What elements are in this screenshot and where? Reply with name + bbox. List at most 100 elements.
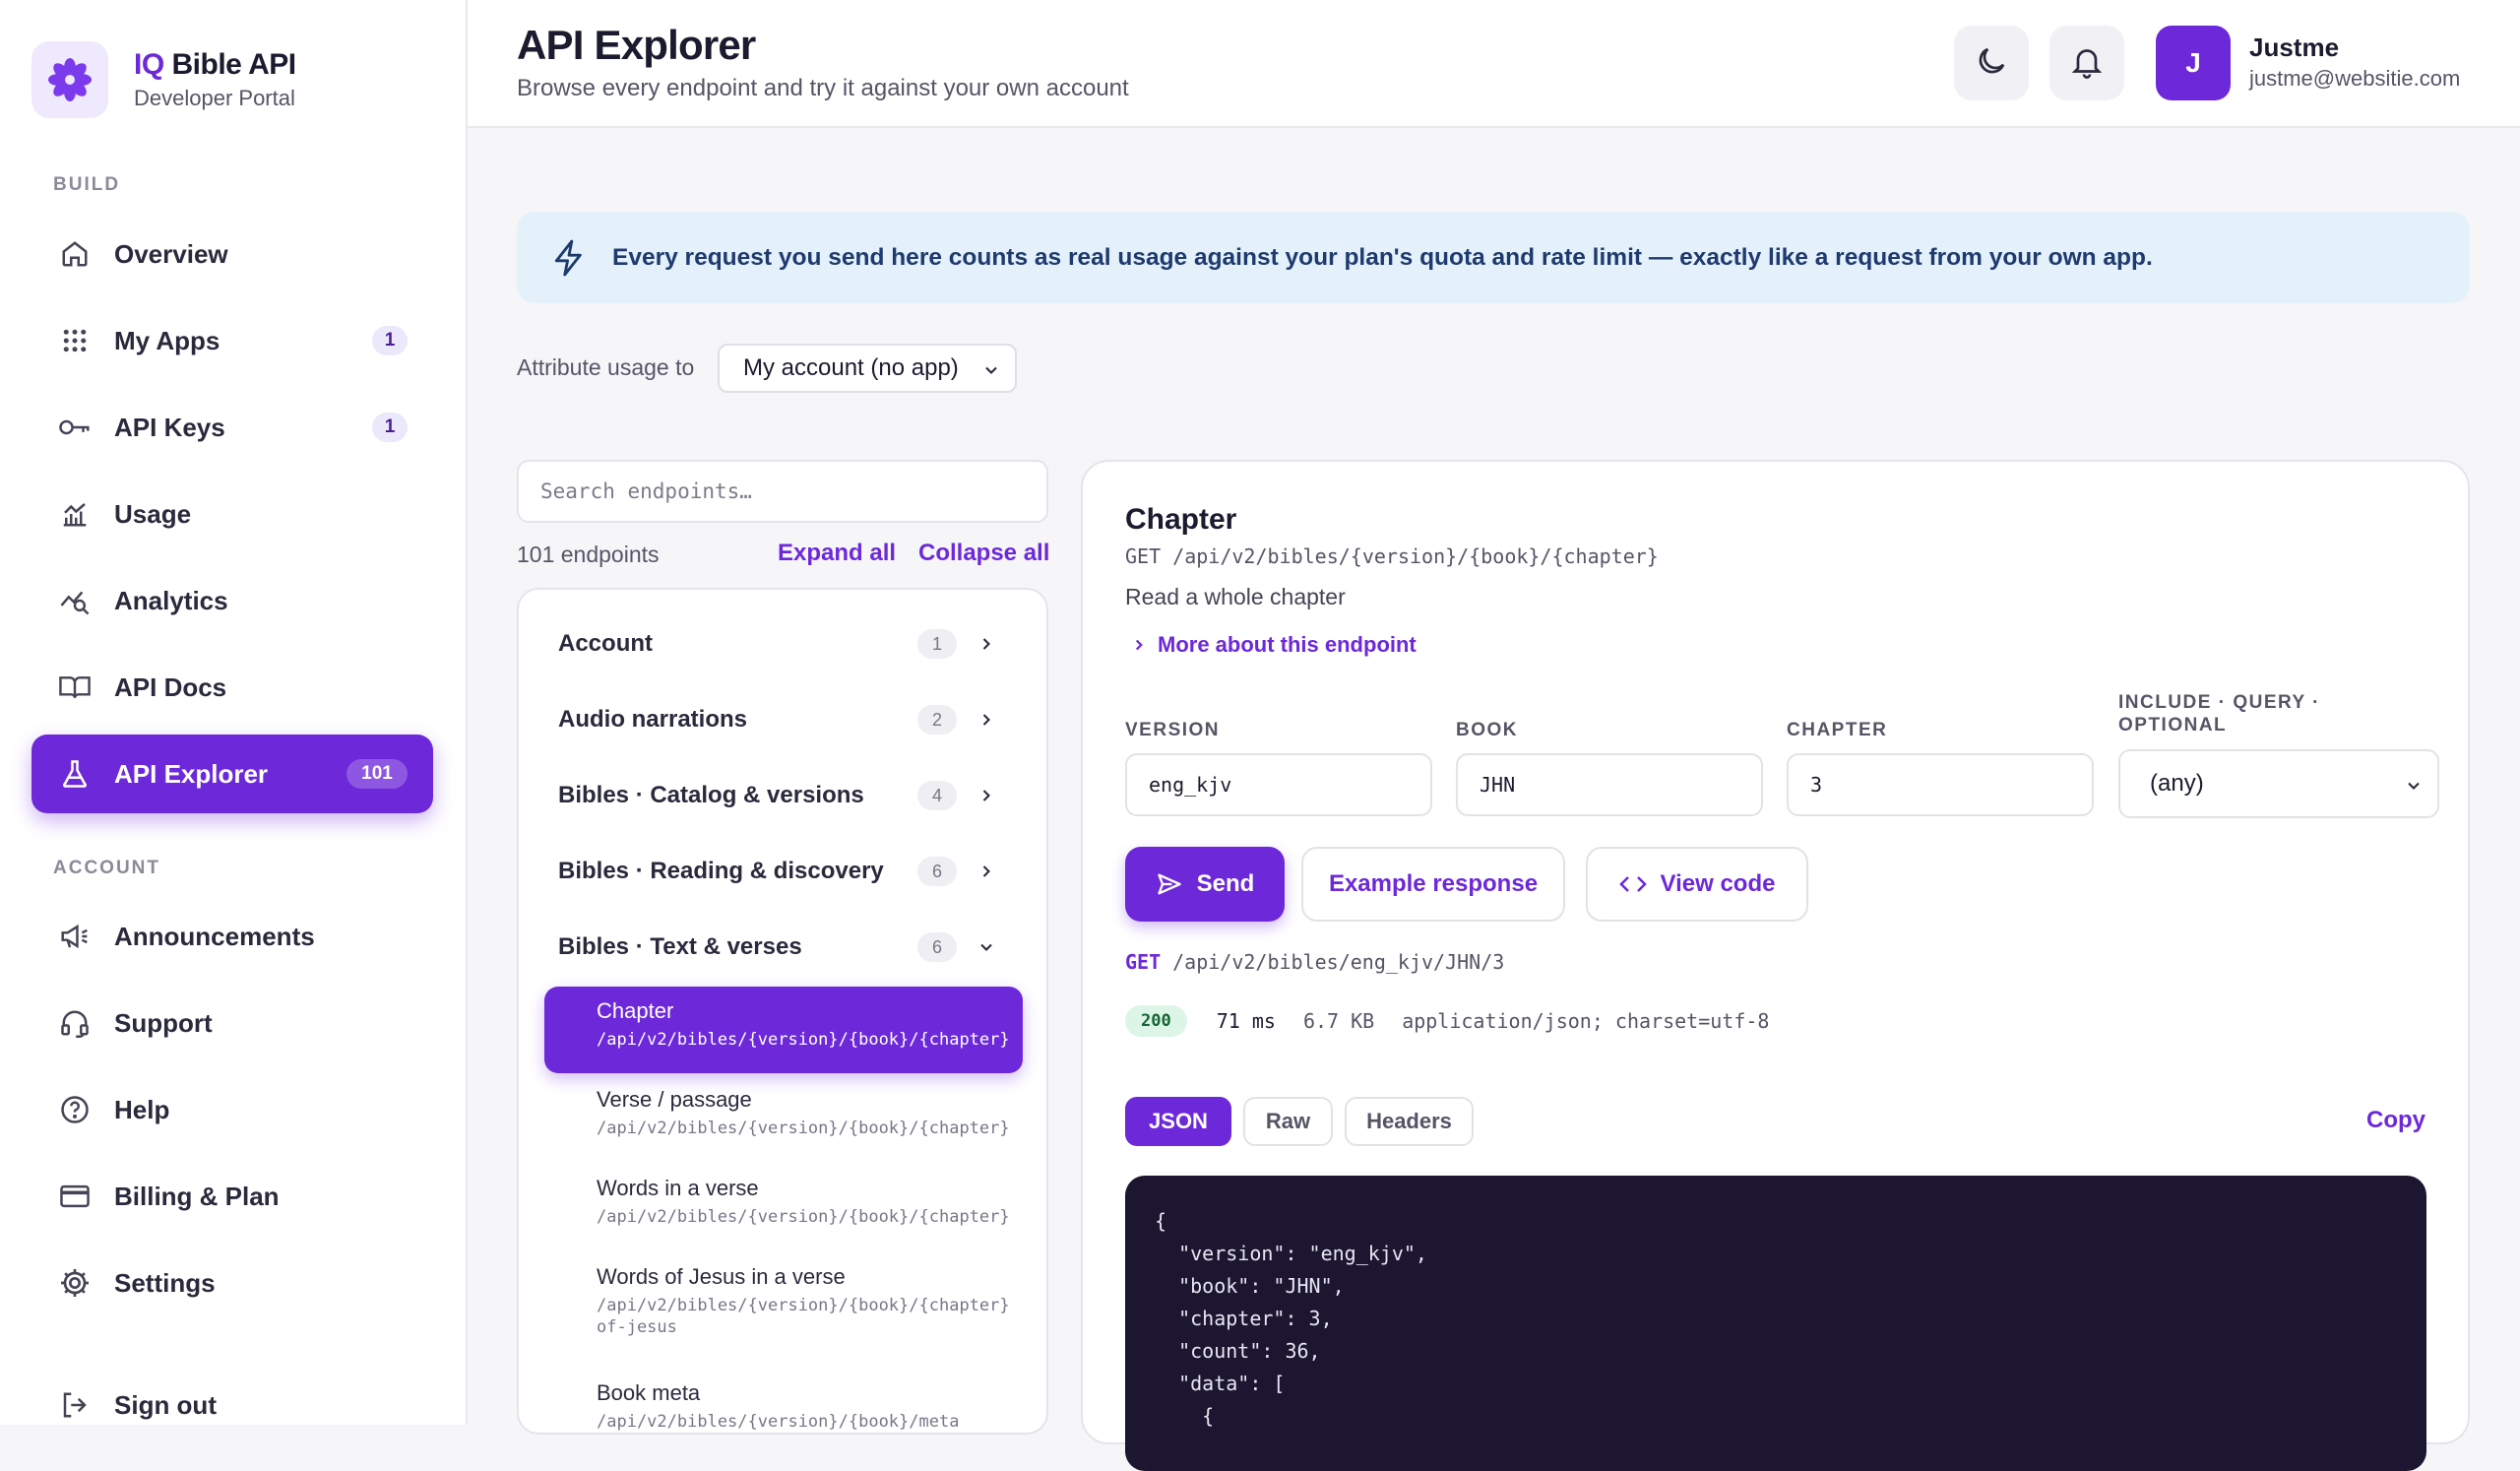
sidebar: IQ Bible API Developer Portal BUILD Over… bbox=[0, 0, 468, 1425]
tab-raw[interactable]: Raw bbox=[1243, 1097, 1333, 1146]
sidebar-item-overview[interactable]: Overview bbox=[32, 215, 433, 293]
top-header: API Explorer Browse every endpoint and t… bbox=[468, 0, 2520, 128]
user-name: Justme bbox=[2249, 32, 2340, 62]
sidebar-item-label: Sign out bbox=[114, 1389, 217, 1420]
group-bibles-text[interactable]: Bibles · Text & verses 6 bbox=[519, 918, 1046, 977]
group-count: 2 bbox=[917, 705, 957, 735]
attribute-usage-value: My account (no app) bbox=[743, 354, 959, 381]
sidebar-item-api-explorer[interactable]: API Explorer 101 bbox=[32, 735, 433, 813]
endpoint-item-words-of-jesus[interactable]: Words of Jesus in a verse /api/v2/bibles… bbox=[544, 1252, 1023, 1363]
sidebar-item-my-apps[interactable]: My Apps 1 bbox=[32, 301, 433, 380]
moon-icon bbox=[1974, 43, 2009, 84]
group-name: Audio narrations bbox=[558, 706, 748, 733]
include-value: (any) bbox=[2150, 770, 2204, 797]
avatar[interactable]: J bbox=[2156, 26, 2231, 100]
include-label-optional: OPTIONAL bbox=[2118, 715, 2228, 736]
chapter-label: CHAPTER bbox=[1787, 720, 1888, 740]
copy-button[interactable]: Copy bbox=[2366, 1107, 2426, 1134]
analytics-icon bbox=[57, 583, 93, 618]
sidebar-item-label: Analytics bbox=[114, 585, 228, 615]
section-label-account: ACCOUNT bbox=[53, 858, 160, 878]
collapse-all-button[interactable]: Collapse all bbox=[918, 540, 1049, 567]
request-path: /api/v2/bibles/eng_kjv/JHN/3 bbox=[1172, 950, 1505, 974]
sidebar-item-usage[interactable]: Usage bbox=[32, 475, 433, 553]
sidebar-item-support[interactable]: Support bbox=[32, 984, 433, 1062]
group-name: Bibles · Reading & discovery bbox=[558, 858, 884, 884]
brand[interactable]: IQ Bible API Developer Portal bbox=[32, 41, 296, 118]
flask-icon bbox=[57, 756, 93, 792]
endpoint-path: /api/v2/bibles/{version}/{book}/{chapter… bbox=[597, 1030, 1010, 1050]
endpoint-path: /api/v2/bibles/{version}/{book}/{chapter… bbox=[597, 1119, 1010, 1138]
endpoint-path: /api/v2/bibles/{version}/{book}/{chapter… bbox=[597, 1296, 1010, 1315]
page-title: API Explorer bbox=[517, 22, 756, 68]
sidebar-item-settings[interactable]: Settings bbox=[32, 1244, 433, 1322]
response-time: 71 ms bbox=[1216, 1009, 1276, 1033]
sidebar-item-label: Billing & Plan bbox=[114, 1181, 280, 1211]
sidebar-item-announcements[interactable]: Announcements bbox=[32, 897, 433, 976]
group-bibles-reading[interactable]: Bibles · Reading & discovery 6 bbox=[519, 842, 1046, 901]
megaphone-icon bbox=[57, 919, 93, 954]
code-icon bbox=[1618, 872, 1647, 896]
chapter-field[interactable]: 3 bbox=[1787, 753, 2094, 816]
count-badge: 1 bbox=[372, 413, 408, 442]
logo-icon bbox=[32, 41, 108, 118]
brand-title: IQ Bible API bbox=[134, 48, 296, 81]
endpoint-title: Chapter bbox=[1125, 503, 1237, 536]
status-badge: 200 bbox=[1125, 1005, 1187, 1037]
chevron-down-icon bbox=[976, 937, 996, 962]
group-count: 1 bbox=[917, 629, 957, 659]
version-field[interactable]: eng_kjv bbox=[1125, 753, 1432, 816]
endpoint-method-path: GET /api/v2/bibles/{version}/{book}/{cha… bbox=[1125, 544, 1659, 568]
sidebar-item-help[interactable]: Help bbox=[32, 1070, 433, 1149]
response-meta: 200 71 ms 6.7 KB application/json; chars… bbox=[1125, 1005, 1769, 1037]
lightning-icon bbox=[552, 239, 586, 282]
sidebar-item-api-keys[interactable]: API Keys 1 bbox=[32, 388, 433, 467]
sidebar-item-label: Usage bbox=[114, 498, 192, 529]
endpoint-description: Read a whole chapter bbox=[1125, 584, 1346, 609]
send-button[interactable]: Send bbox=[1125, 847, 1285, 922]
headset-icon bbox=[57, 1005, 93, 1041]
example-response-button[interactable]: Example response bbox=[1301, 847, 1565, 922]
endpoint-count: 101 endpoints bbox=[517, 542, 660, 567]
chevron-right-icon bbox=[1130, 636, 1148, 654]
attribute-usage-select[interactable]: My account (no app) bbox=[718, 344, 1017, 393]
sidebar-item-billing[interactable]: Billing & Plan bbox=[32, 1157, 433, 1236]
sidebar-item-analytics[interactable]: Analytics bbox=[32, 561, 433, 640]
group-name: Bibles · Catalog & versions bbox=[558, 782, 864, 808]
endpoint-name: Verse / passage bbox=[597, 1087, 752, 1112]
group-audio-narrations[interactable]: Audio narrations 2 bbox=[519, 690, 1046, 749]
response-size: 6.7 KB bbox=[1302, 1009, 1375, 1033]
gear-icon bbox=[57, 1265, 93, 1301]
view-code-label: View code bbox=[1660, 870, 1776, 897]
version-label: VERSION bbox=[1125, 720, 1221, 740]
endpoint-detail: Chapter GET /api/v2/bibles/{version}/{bo… bbox=[1081, 460, 2470, 1471]
user-email: justme@websitie.com bbox=[2249, 66, 2461, 91]
endpoint-path: /api/v2/bibles/{version}/{book}/{chapter… bbox=[597, 1207, 1010, 1227]
search-input[interactable]: Search endpoints… bbox=[517, 460, 1048, 523]
view-code-button[interactable]: View code bbox=[1586, 847, 1808, 922]
sidebar-item-label: Overview bbox=[114, 238, 228, 269]
expand-all-button[interactable]: Expand all bbox=[778, 540, 896, 567]
home-icon bbox=[57, 236, 93, 272]
group-account[interactable]: Account 1 bbox=[519, 614, 1046, 673]
sidebar-item-api-docs[interactable]: API Docs bbox=[32, 648, 433, 727]
response-json[interactable]: { "version": "eng_kjv", "book": "JHN", "… bbox=[1125, 1176, 2426, 1471]
endpoint-list: Account 1 Audio narrations 2 Bibles · Ca… bbox=[517, 588, 1048, 1435]
endpoint-item-chapter[interactable]: Chapter /api/v2/bibles/{version}/{book}/… bbox=[544, 987, 1023, 1073]
sidebar-item-sign-out[interactable]: Sign out bbox=[32, 1366, 433, 1444]
tab-headers[interactable]: Headers bbox=[1345, 1097, 1474, 1146]
endpoint-item-verse[interactable]: Verse / passage /api/v2/bibles/{version}… bbox=[544, 1075, 1023, 1162]
notifications-button[interactable] bbox=[2049, 26, 2124, 100]
help-icon bbox=[57, 1092, 93, 1127]
group-bibles-catalog[interactable]: Bibles · Catalog & versions 4 bbox=[519, 766, 1046, 825]
more-about-endpoint-link[interactable]: More about this endpoint bbox=[1130, 632, 1417, 658]
book-field[interactable]: JHN bbox=[1456, 753, 1763, 816]
sidebar-item-label: API Docs bbox=[114, 672, 227, 702]
theme-toggle-button[interactable] bbox=[1954, 26, 2029, 100]
tab-json[interactable]: JSON bbox=[1125, 1097, 1231, 1146]
endpoint-item-words[interactable]: Words in a verse /api/v2/bibles/{version… bbox=[544, 1164, 1023, 1250]
page-subtitle: Browse every endpoint and try it against… bbox=[517, 75, 1129, 101]
include-select[interactable]: (any) bbox=[2118, 749, 2439, 818]
chevron-down-icon bbox=[981, 359, 1001, 387]
group-count: 6 bbox=[917, 857, 957, 886]
